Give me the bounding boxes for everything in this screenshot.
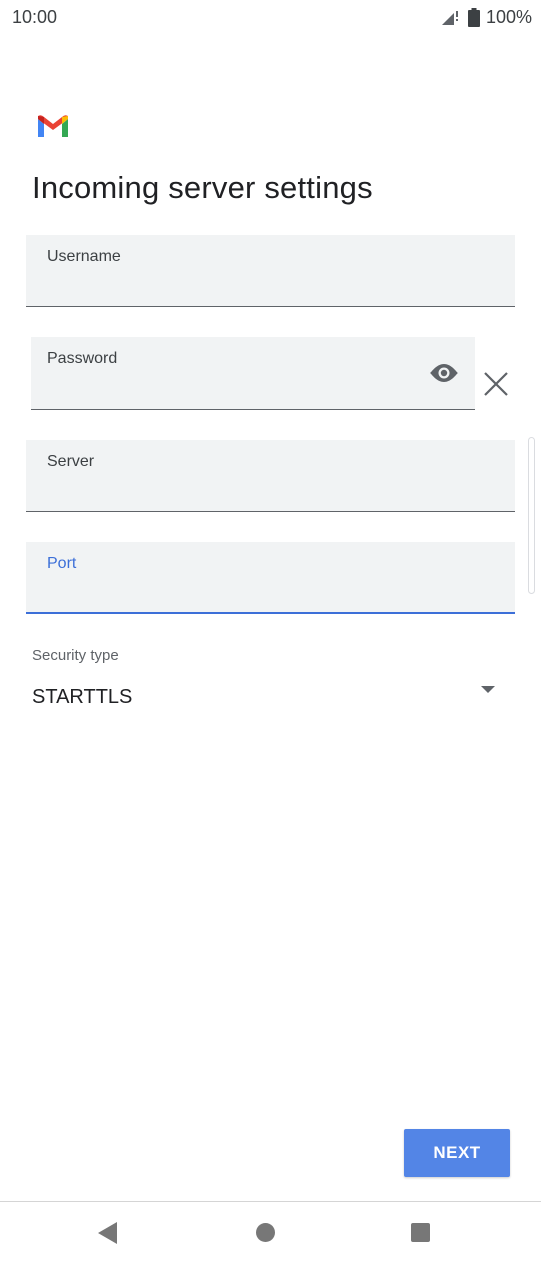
status-bar: 10:00 100% — [0, 0, 541, 34]
username-label: Username — [47, 248, 121, 265]
back-icon[interactable] — [98, 1222, 117, 1244]
port-input[interactable] — [47, 580, 494, 606]
password-input[interactable] — [47, 377, 415, 403]
security-type-value: STARTTLS — [32, 686, 133, 708]
gmail-logo — [38, 115, 68, 137]
next-button[interactable]: NEXT — [404, 1129, 510, 1177]
port-field[interactable]: Port — [26, 542, 515, 614]
password-field[interactable]: Password — [31, 337, 475, 410]
battery-icon — [467, 8, 480, 27]
username-input[interactable] — [47, 274, 494, 300]
close-icon[interactable] — [482, 370, 510, 398]
status-icons: 100% — [440, 7, 532, 28]
recents-icon[interactable] — [411, 1223, 430, 1242]
server-input[interactable] — [47, 479, 494, 505]
battery-percent: 100% — [485, 7, 532, 27]
eye-icon[interactable] — [428, 361, 460, 385]
dropdown-arrow-icon — [481, 686, 495, 693]
security-type-label: Security type — [32, 647, 119, 664]
server-label: Server — [47, 453, 95, 470]
navigation-bar — [0, 1201, 541, 1265]
password-label: Password — [47, 350, 118, 367]
username-field[interactable]: Username — [26, 235, 515, 307]
home-icon[interactable] — [256, 1223, 275, 1242]
signal-icon — [440, 9, 462, 27]
page-title: Incoming server settings — [32, 170, 373, 205]
security-type-dropdown[interactable]: STARTTLS — [26, 676, 515, 720]
port-label: Port — [47, 555, 77, 572]
scrollbar[interactable] — [528, 437, 535, 594]
status-time: 10:00 — [12, 7, 58, 27]
server-field[interactable]: Server — [26, 440, 515, 512]
